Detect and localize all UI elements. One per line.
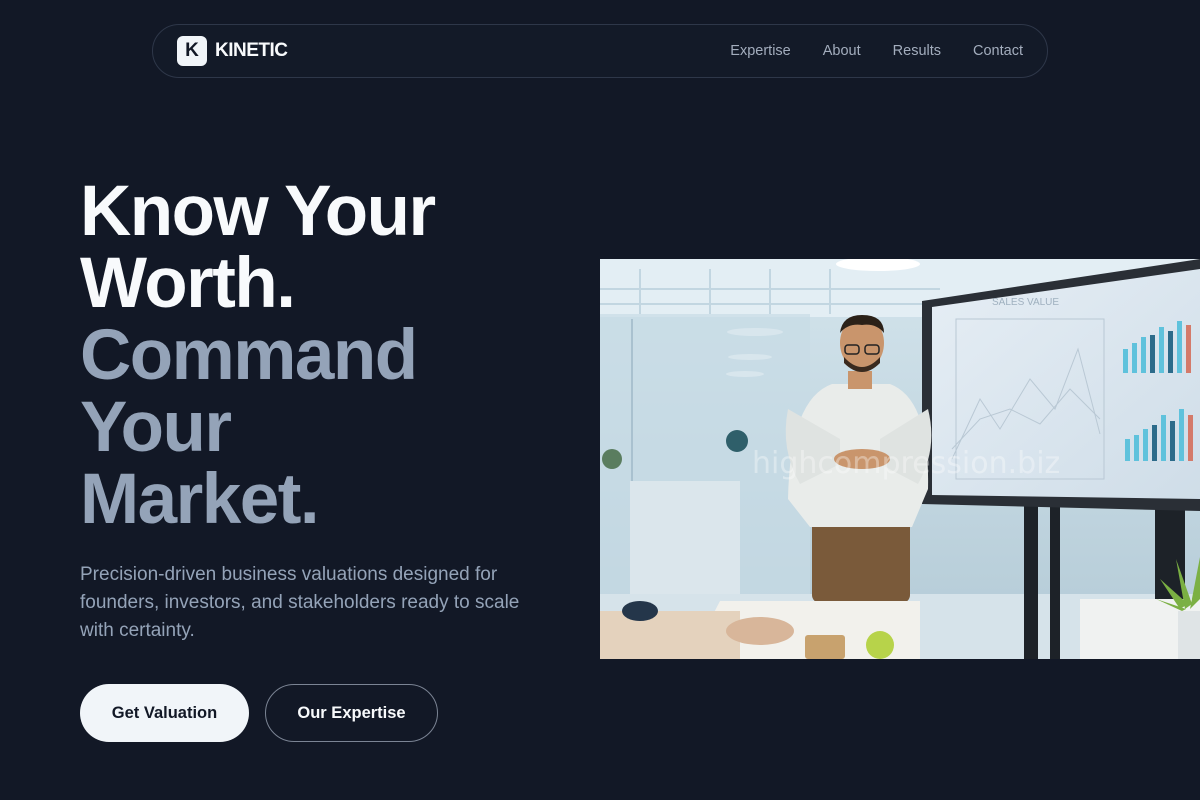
screen-label: SALES VALUE [992,297,1059,308]
hero-title-line: Worth. [80,244,296,323]
brand[interactable]: K KINETIC [177,36,288,66]
image-watermark: highcompression.biz [752,446,1060,481]
nav-link-expertise[interactable]: Expertise [730,43,790,59]
brand-name: KINETIC [215,40,288,61]
nav-link-results[interactable]: Results [893,43,941,59]
nav-link-contact[interactable]: Contact [973,43,1023,59]
hero-subtitle: Precision-driven business valuations des… [80,564,520,641]
get-valuation-button[interactable]: Get Valuation [80,684,249,742]
nav-links: Expertise About Results Contact [730,43,1023,59]
nav-link-about[interactable]: About [823,43,861,59]
office-presentation-illustration: SALES VALUE highcompression.biz [600,259,1200,659]
hero-title: Know Your Worth. Command Your Market. [80,176,560,536]
logo-mark: K [177,36,207,66]
page: K KINETIC Expertise About Results Contac… [0,0,1200,800]
our-expertise-button[interactable]: Our Expertise [265,684,438,742]
hero-title-line: Your [80,388,232,467]
top-nav: K KINETIC Expertise About Results Contac… [152,24,1048,78]
hero-title-line: Command [80,316,418,395]
hero-title-line: Know Your [80,172,436,251]
hero-title-line: Market. [80,460,320,539]
hero-image: SALES VALUE highcompression.biz [600,259,1200,659]
